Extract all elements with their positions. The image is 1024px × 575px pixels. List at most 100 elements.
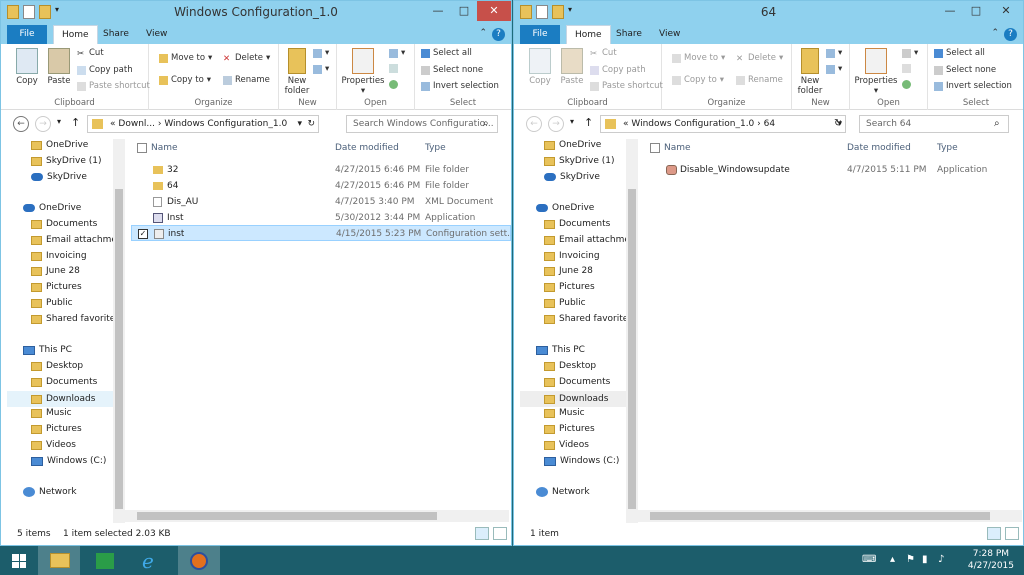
- breadcrumb-downloads[interactable]: Downl...: [118, 119, 155, 129]
- address-dropdown-icon[interactable]: ▾: [297, 116, 302, 132]
- select-none-button[interactable]: Select none: [934, 65, 996, 75]
- recent-dropdown-icon[interactable]: ▾: [570, 117, 574, 126]
- show-hidden-icons[interactable]: ▴: [890, 554, 895, 565]
- select-all-button[interactable]: Select all: [934, 48, 985, 58]
- nav-pictures[interactable]: Pictures: [544, 282, 595, 292]
- nav-music[interactable]: Music: [31, 408, 72, 418]
- copy-path-button[interactable]: Copy path: [77, 65, 133, 75]
- tab-share[interactable]: Share: [95, 25, 137, 44]
- title-bar[interactable]: ▾ 64 — □ ✕: [514, 1, 1023, 25]
- nav-skydrive-1[interactable]: SkyDrive (1): [31, 156, 102, 166]
- select-all-button[interactable]: Select all: [421, 48, 472, 58]
- refresh-icon[interactable]: ↻: [834, 118, 842, 129]
- paste-shortcut-button[interactable]: Paste shortcut: [77, 81, 150, 91]
- customize-dropdown-icon[interactable]: ▾: [568, 5, 576, 19]
- column-date[interactable]: Date modified: [335, 139, 399, 157]
- file-row[interactable]: Disable_Windowsupdate 4/7/2015 5:11 PM A…: [644, 162, 1022, 178]
- column-type[interactable]: Type: [425, 139, 446, 157]
- nav-desktop[interactable]: Desktop: [31, 361, 83, 371]
- nav-windows-c[interactable]: Windows (C:): [31, 456, 106, 466]
- nav-invoicing[interactable]: Invoicing: [31, 251, 87, 261]
- invert-selection-button[interactable]: Invert selection: [934, 81, 1012, 91]
- nav-documents-pc[interactable]: Documents: [31, 377, 97, 387]
- tab-file[interactable]: File: [520, 25, 560, 44]
- nav-scrollbar[interactable]: [626, 139, 638, 524]
- nav-downloads[interactable]: Downloads: [520, 391, 626, 407]
- rename-button[interactable]: Rename: [736, 75, 783, 85]
- nav-onedrive[interactable]: OneDrive: [536, 203, 594, 213]
- maximize-button[interactable]: □: [963, 1, 989, 21]
- nav-this-pc[interactable]: This PC: [23, 345, 72, 355]
- copy-to-button[interactable]: Copy to ▾: [672, 75, 724, 85]
- nav-skydrive-1[interactable]: SkyDrive (1): [544, 156, 615, 166]
- network-tray-icon[interactable]: ▮: [922, 554, 928, 565]
- close-button[interactable]: ✕: [989, 1, 1023, 21]
- nav-onedrive[interactable]: OneDrive: [23, 203, 81, 213]
- keyboard-icon[interactable]: ⌨: [862, 554, 876, 565]
- edit-icon[interactable]: [902, 64, 911, 73]
- easy-access-icon[interactable]: ▾: [826, 64, 842, 74]
- open-icon[interactable]: ▾: [902, 48, 918, 58]
- properties-button[interactable]: Properties ▾: [854, 48, 898, 96]
- nav-public[interactable]: Public: [31, 298, 73, 308]
- large-icons-view-button[interactable]: [1005, 527, 1019, 540]
- nav-videos[interactable]: Videos: [31, 440, 76, 450]
- nav-june-28[interactable]: June 28: [31, 266, 80, 276]
- properties-icon[interactable]: [23, 5, 35, 19]
- delete-button[interactable]: ✕ Delete ▾: [223, 53, 270, 64]
- column-type[interactable]: Type: [937, 139, 958, 157]
- rename-button[interactable]: Rename: [223, 75, 270, 85]
- nav-pictures-pc[interactable]: Pictures: [544, 424, 595, 434]
- nav-downloads[interactable]: Downloads: [7, 391, 113, 407]
- breadcrumb-parent[interactable]: Windows Configuration_1.0: [631, 119, 754, 129]
- search-input[interactable]: Search Windows Configuratio...: [346, 115, 498, 133]
- cut-button[interactable]: ✂ Cut: [590, 48, 617, 59]
- copy-path-button[interactable]: Copy path: [590, 65, 646, 75]
- help-icon[interactable]: ?: [492, 28, 505, 41]
- nav-desktop[interactable]: Desktop: [544, 361, 596, 371]
- properties-icon[interactable]: [536, 5, 548, 19]
- file-row[interactable]: Inst 5/30/2012 3:44 PM Application: [131, 210, 511, 226]
- nav-onedrive-1[interactable]: OneDrive: [544, 140, 601, 150]
- new-folder-icon[interactable]: [552, 5, 564, 19]
- nav-email-attachments[interactable]: Email attachmen: [544, 235, 636, 245]
- refresh-icon[interactable]: ↻: [307, 116, 315, 132]
- select-none-button[interactable]: Select none: [421, 65, 483, 75]
- forward-button[interactable]: →: [548, 116, 564, 132]
- select-all-checkbox[interactable]: [137, 143, 147, 153]
- start-button[interactable]: [0, 546, 42, 575]
- history-icon[interactable]: [902, 80, 911, 89]
- tab-home[interactable]: Home: [566, 25, 611, 44]
- search-input[interactable]: Search 64: [859, 115, 1009, 133]
- horizontal-scrollbar-thumb[interactable]: [137, 512, 437, 520]
- file-row[interactable]: Dis_AU 4/7/2015 3:40 PM XML Document: [131, 194, 511, 210]
- column-name[interactable]: Name: [151, 139, 178, 157]
- maximize-button[interactable]: □: [451, 1, 477, 21]
- nav-documents-pc[interactable]: Documents: [544, 377, 610, 387]
- open-icon[interactable]: ▾: [389, 48, 405, 58]
- paste-button[interactable]: Paste: [552, 48, 592, 86]
- tab-home[interactable]: Home: [53, 25, 98, 44]
- nav-network[interactable]: Network: [23, 487, 77, 497]
- nav-documents[interactable]: Documents: [544, 219, 610, 229]
- title-bar[interactable]: ▾ Windows Configuration_1.0 — □ ✕: [1, 1, 511, 25]
- nav-pictures-pc[interactable]: Pictures: [31, 424, 82, 434]
- nav-june-28[interactable]: June 28: [544, 266, 593, 276]
- recent-dropdown-icon[interactable]: ▾: [57, 117, 61, 126]
- invert-selection-button[interactable]: Invert selection: [421, 81, 499, 91]
- help-icon[interactable]: ?: [1004, 28, 1017, 41]
- nav-invoicing[interactable]: Invoicing: [544, 251, 600, 261]
- paste-shortcut-button[interactable]: Paste shortcut: [590, 81, 663, 91]
- close-button[interactable]: ✕: [477, 1, 511, 21]
- details-view-button[interactable]: [987, 527, 1001, 540]
- up-button[interactable]: ↑: [71, 116, 80, 129]
- nav-network[interactable]: Network: [536, 487, 590, 497]
- ribbon-collapse-icon[interactable]: ⌃: [991, 28, 999, 38]
- taskbar-internet-explorer[interactable]: e: [130, 546, 172, 575]
- tab-share[interactable]: Share: [608, 25, 650, 44]
- nav-pictures[interactable]: Pictures: [31, 282, 82, 292]
- delete-button[interactable]: ✕ Delete ▾: [736, 53, 783, 64]
- address-bar[interactable]: « Windows Configuration_1.0 › 64 ▾: [600, 115, 846, 133]
- breadcrumb-current[interactable]: Windows Configuration_1.0: [164, 119, 287, 129]
- nav-shared-favorites[interactable]: Shared favorites: [31, 314, 120, 324]
